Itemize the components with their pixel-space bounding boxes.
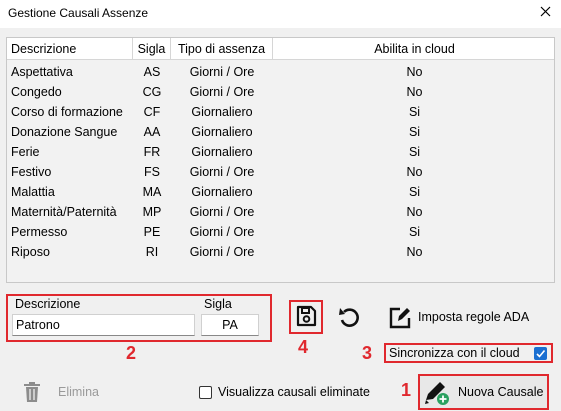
cell-tipo: Giorni / Ore	[189, 225, 255, 239]
cell-descrizione: Festivo	[11, 165, 52, 179]
sync-label: Sincronizza con il cloud	[389, 346, 520, 360]
visualizza-checkbox[interactable]	[199, 386, 212, 399]
dialog-window: Gestione Causali Assenze Descrizione Sig…	[0, 0, 561, 411]
undo-icon	[337, 308, 363, 334]
header-cloud[interactable]: Abilita in cloud	[273, 38, 556, 60]
descrizione-input[interactable]: Patrono	[12, 314, 195, 336]
table-row[interactable]: Riposo RI Giorni / Ore No	[7, 242, 554, 262]
elimina-label: Elimina	[58, 385, 99, 399]
cell-sigla: CF	[143, 105, 161, 119]
annotation-3: 3	[362, 343, 373, 363]
cell-sigla: MA	[142, 185, 162, 199]
imposta-regole-button[interactable]: Imposta regole ADA	[387, 305, 537, 331]
sigla-input[interactable]: PA	[201, 314, 259, 336]
cell-cloud: No	[406, 65, 423, 79]
cell-tipo: Giorni / Ore	[189, 65, 255, 79]
cell-descrizione: Malattia	[11, 185, 55, 199]
check-icon	[536, 349, 546, 358]
header-tipo[interactable]: Tipo di assenza	[171, 38, 273, 60]
pencil-plus-icon	[422, 378, 452, 411]
table-row[interactable]: Festivo FS Giorni / Ore No	[7, 162, 554, 182]
edit-group: Descrizione Sigla Patrono PA	[6, 294, 272, 342]
cell-sigla: MP	[142, 205, 162, 219]
save-button[interactable]	[289, 300, 323, 334]
cell-cloud: No	[406, 205, 423, 219]
table-row[interactable]: Congedo CG Giorni / Ore No	[7, 82, 554, 102]
cell-cloud: Si	[408, 145, 421, 159]
annotation-4: 4	[298, 337, 309, 357]
cell-sigla: PE	[143, 225, 161, 239]
cell-cloud: Si	[408, 185, 421, 199]
pencil-square-icon	[387, 305, 413, 334]
table-row[interactable]: Malattia MA Giornaliero Si	[7, 182, 554, 202]
cell-descrizione: Corso di formazione	[11, 105, 123, 119]
cell-sigla: FR	[143, 145, 161, 159]
annotation-1: 1	[401, 380, 412, 400]
sigla-label: Sigla	[204, 297, 232, 311]
cell-sigla: RI	[145, 245, 159, 259]
cell-descrizione: Maternità/Paternità	[11, 205, 117, 219]
floppy-disk-icon	[295, 305, 317, 330]
cell-tipo: Giorni / Ore	[189, 165, 255, 179]
cell-descrizione: Ferie	[11, 145, 40, 159]
cell-cloud: Si	[408, 105, 421, 119]
cell-tipo: Giornaliero	[191, 125, 253, 139]
visualizza-label: Visualizza causali eliminate	[218, 385, 370, 399]
nuova-causale-button[interactable]: Nuova Causale	[418, 374, 549, 410]
cell-descrizione: Permesso	[11, 225, 68, 239]
cell-descrizione: Congedo	[11, 85, 62, 99]
cell-descrizione: Riposo	[11, 245, 50, 259]
cell-sigla: FS	[144, 165, 160, 179]
cell-tipo: Giorni / Ore	[189, 85, 255, 99]
cell-tipo: Giornaliero	[191, 105, 253, 119]
cell-cloud: No	[406, 245, 423, 259]
sync-checkbox[interactable]	[534, 347, 547, 360]
table-row[interactable]: Donazione Sangue AA Giornaliero Si	[7, 122, 554, 142]
cell-sigla: CG	[142, 85, 162, 99]
cell-cloud: No	[406, 165, 423, 179]
cell-cloud: No	[406, 85, 423, 99]
cell-sigla: AS	[143, 65, 161, 79]
annotation-2: 2	[126, 343, 137, 363]
window-title: Gestione Causali Assenze	[8, 6, 149, 20]
trash-icon	[22, 381, 42, 406]
cell-tipo: Giornaliero	[191, 145, 253, 159]
cell-tipo: Giornaliero	[191, 185, 253, 199]
table-row[interactable]: Corso di formazione CF Giornaliero Si	[7, 102, 554, 122]
nuova-causale-label: Nuova Causale	[458, 385, 544, 399]
close-button[interactable]	[533, 2, 557, 24]
header-descrizione[interactable]: Descrizione	[7, 38, 133, 60]
table-row[interactable]: Ferie FR Giornaliero Si	[7, 142, 554, 162]
elimina-button[interactable]: Elimina	[22, 381, 112, 405]
table-header: Descrizione Sigla Tipo di assenza Abilit…	[7, 38, 554, 60]
table-row[interactable]: Aspettativa AS Giorni / Ore No	[7, 62, 554, 82]
cell-cloud: Si	[408, 125, 421, 139]
causali-table[interactable]: Descrizione Sigla Tipo di assenza Abilit…	[6, 37, 555, 283]
cell-descrizione: Donazione Sangue	[11, 125, 118, 139]
cell-sigla: AA	[143, 125, 161, 139]
sync-group: Sincronizza con il cloud	[384, 343, 553, 363]
table-row[interactable]: Permesso PE Giorni / Ore Si	[7, 222, 554, 242]
cell-tipo: Giorni / Ore	[189, 205, 255, 219]
descrizione-label: Descrizione	[15, 297, 81, 311]
cell-descrizione: Aspettativa	[11, 65, 73, 79]
title-bar: Gestione Causali Assenze	[0, 0, 561, 28]
imposta-regole-label: Imposta regole ADA	[418, 310, 530, 324]
close-icon	[540, 6, 551, 20]
undo-button[interactable]	[337, 305, 363, 331]
cell-cloud: Si	[408, 225, 421, 239]
table-row[interactable]: Maternità/Paternità MP Giorni / Ore No	[7, 202, 554, 222]
cell-tipo: Giorni / Ore	[189, 245, 255, 259]
header-sigla[interactable]: Sigla	[133, 38, 171, 60]
